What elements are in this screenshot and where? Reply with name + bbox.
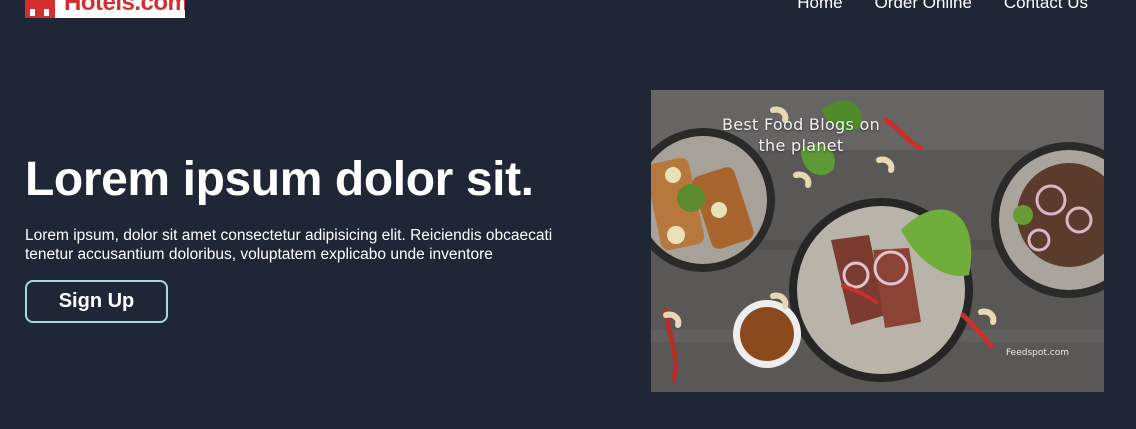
page: Hotels.com Home Order Online Contact Us …: [0, 0, 1136, 429]
nav-order-online[interactable]: Order Online: [875, 0, 972, 14]
main-nav: Home Order Online Contact Us: [797, 0, 1088, 14]
hero-title: Lorem ipsum dolor sit.: [25, 153, 534, 206]
hotel-icon: [25, 0, 55, 18]
nav-home[interactable]: Home: [797, 0, 842, 14]
image-caption: Best Food Blogs on the planet: [721, 115, 881, 155]
hero-description: Lorem ipsum, dolor sit amet consectetur …: [25, 227, 553, 263]
logo[interactable]: Hotels.com: [25, 0, 185, 18]
food-image: Best Food Blogs on the planet Feedspot.c…: [651, 90, 1104, 392]
sign-up-button[interactable]: Sign Up: [25, 280, 168, 323]
logo-text: Hotels.com: [64, 0, 185, 16]
nav-contact-us[interactable]: Contact Us: [1004, 0, 1088, 14]
image-credit: Feedspot.com: [1006, 348, 1069, 358]
